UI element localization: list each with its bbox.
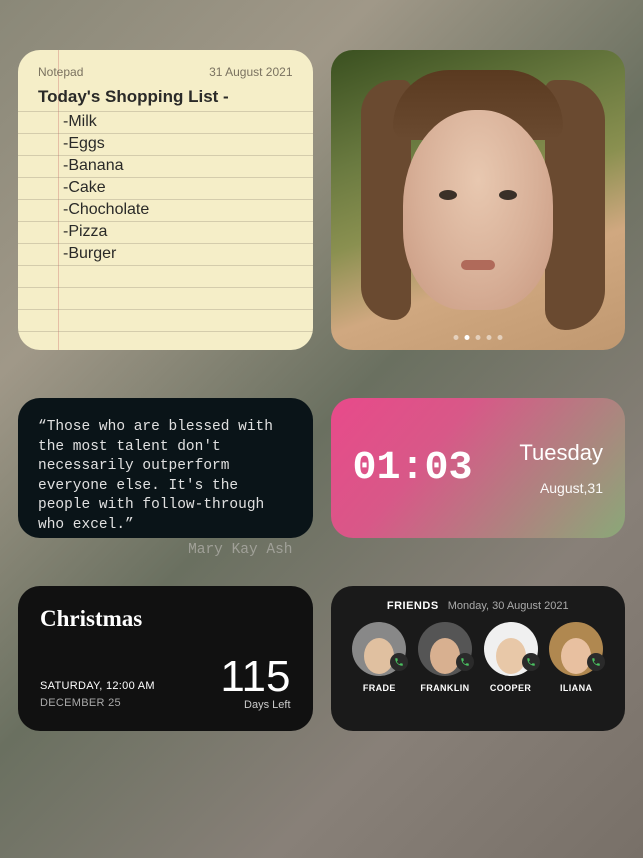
friend-name: FRADE (363, 683, 396, 693)
phone-icon[interactable] (587, 653, 605, 671)
pager-dot[interactable] (464, 335, 469, 340)
quote-author: Mary Kay Ash (38, 541, 293, 561)
notepad-list: MilkEggsBananaCakeChocholatePizzaBurger (38, 111, 293, 265)
list-item: Chocholate (63, 199, 293, 221)
countdown-event: Christmas (40, 606, 291, 632)
list-item: Banana (63, 155, 293, 177)
friends-title: FRIENDS (387, 600, 439, 612)
friend-name: COOPER (490, 683, 531, 693)
list-item: Burger (63, 243, 293, 265)
friends-row: FRADE FRANKLIN COOPER ILIANA (347, 622, 610, 693)
friend-item[interactable]: FRANKLIN (418, 622, 472, 693)
photo-pager[interactable] (453, 335, 502, 340)
quote-text: “Those who are blessed with the most tal… (38, 418, 293, 535)
list-item: Cake (63, 177, 293, 199)
notepad-label: Notepad (38, 65, 83, 79)
countdown-datetime: SATURDAY, 12:00 AM (40, 678, 155, 695)
friends-widget[interactable]: FRIENDS Monday, 30 August 2021 FRADE FRAN… (331, 586, 626, 731)
notepad-title: Today's Shopping List - (38, 87, 293, 107)
list-item: Milk (63, 111, 293, 133)
phone-icon[interactable] (456, 653, 474, 671)
friend-name: FRANKLIN (420, 683, 469, 693)
friend-name: ILIANA (560, 683, 592, 693)
friends-date: Monday, 30 August 2021 (448, 600, 569, 612)
countdown-days: 115 (220, 655, 290, 699)
clock-time: 01:03 (353, 446, 473, 491)
notepad-date: 31 August 2021 (209, 65, 292, 79)
clock-widget[interactable]: 01:03 Tuesday August,31 (331, 398, 626, 538)
clock-day: Tuesday (491, 440, 603, 466)
friend-item[interactable]: FRADE (352, 622, 406, 693)
photo-face (403, 110, 553, 310)
notepad-widget[interactable]: Notepad 31 August 2021 Today's Shopping … (18, 50, 313, 350)
pager-dot[interactable] (453, 335, 458, 340)
friend-item[interactable]: ILIANA (549, 622, 603, 693)
list-item: Eggs (63, 133, 293, 155)
clock-date: August,31 (491, 480, 603, 496)
list-item: Pizza (63, 221, 293, 243)
countdown-widget[interactable]: Christmas SATURDAY, 12:00 AM DECEMBER 25… (18, 586, 313, 731)
phone-icon[interactable] (390, 653, 408, 671)
friend-item[interactable]: COOPER (484, 622, 538, 693)
pager-dot[interactable] (486, 335, 491, 340)
pager-dot[interactable] (475, 335, 480, 340)
countdown-date: DECEMBER 25 (40, 695, 155, 712)
pager-dot[interactable] (497, 335, 502, 340)
quote-widget[interactable]: “Those who are blessed with the most tal… (18, 398, 313, 538)
photo-widget[interactable] (331, 50, 626, 350)
phone-icon[interactable] (522, 653, 540, 671)
